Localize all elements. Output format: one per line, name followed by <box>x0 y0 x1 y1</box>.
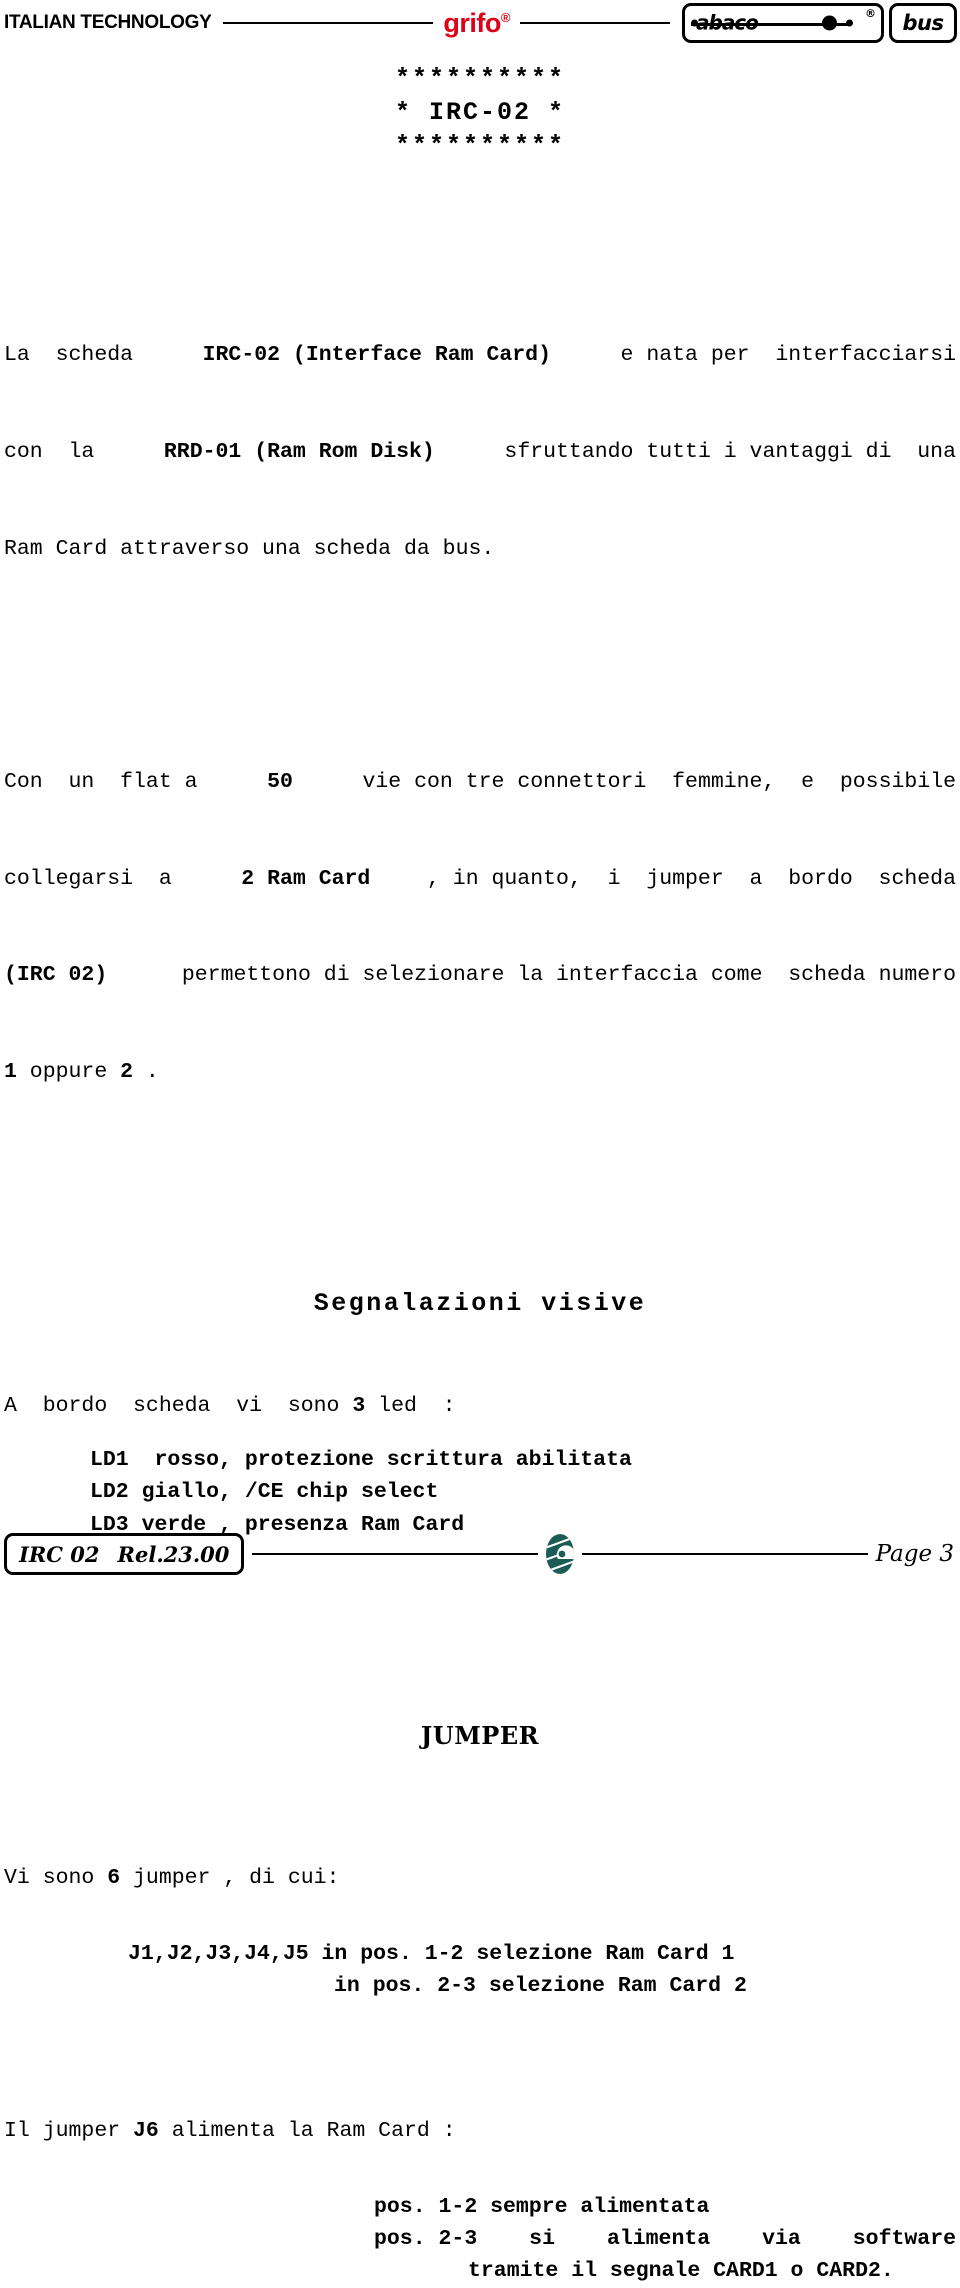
abaco-dot-end-icon <box>846 19 853 27</box>
para2-line-4-d: . <box>133 1060 159 1084</box>
footer-doc-badge: IRC 02 Rel.23.00 <box>4 1533 245 1575</box>
grifo-logo: grifo® <box>443 8 510 39</box>
j6-intro-a: Il jumper <box>4 2118 134 2143</box>
intro-line-3-text: Ram Card attraverso una scheda da bus. <box>4 536 495 561</box>
intro-line-2-c: sfruttando tutti i vantaggi di una <box>491 439 956 464</box>
para2-line-4-c: 2 <box>120 1060 134 1084</box>
jumper-j6-line-2: pos. 2-3 si alimenta via software <box>0 2223 960 2255</box>
intro-line-1-c: e nata per interfacciarsi <box>607 343 956 367</box>
document-content: ********** * IRC-02 * ********** La sche… <box>0 46 960 2288</box>
section-heading-segnalazioni: Segnalazioni visive <box>313 1288 647 1318</box>
jumper-intro-line: Vi sono 6 jumper , di cui: <box>0 1862 960 1894</box>
abaco-registered-icon: ® <box>865 7 876 20</box>
jumper-j6-intro: Il jumper J6 alimenta la Ram Card : <box>0 2115 960 2147</box>
jumper-count: 6 <box>107 1865 121 1890</box>
intro-line-1-bold: IRC-02 (Interface Ram Card) <box>202 343 551 367</box>
intro-paragraph: La scheda IRC-02 (Interface Ram Card) e … <box>0 275 960 630</box>
italian-technology-label: ITALIAN TECHNOLOGY <box>4 12 212 33</box>
led-count: 3 <box>352 1393 366 1418</box>
jumper-j6-line-1: pos. 1-2 sempre alimentata <box>374 2194 710 2219</box>
led-intro-a: A bordo scheda vi sono <box>4 1393 353 1418</box>
jumper-intro-a: Vi sono <box>4 1865 108 1890</box>
para2-line-4-a: 1 <box>4 1060 17 1084</box>
para2-line-3: (IRC 02) permettono di selezionare la in… <box>4 959 956 991</box>
footer-page-number: Page 3 <box>875 1541 954 1567</box>
jumper-j6-line-3: tramite il segnale CARD1 o CARD2. <box>468 2259 894 2284</box>
para2-line-2-bold: 2 Ram Card <box>241 866 371 891</box>
list-item: LD1 rosso, protezione scrittura abilitat… <box>90 1448 632 1472</box>
intro-line-1-a: La scheda <box>4 343 146 367</box>
header-divider-left <box>223 22 434 24</box>
para2-line-1-bold: 50 <box>267 769 293 794</box>
grifo-wordmark: grifo <box>443 7 501 38</box>
para2-line-4: 1 oppure 2 . <box>4 1056 956 1088</box>
jumper-j15-line-1: J1,J2,J3,J4,J5 in pos. 1-2 selezione Ram… <box>128 1942 735 1966</box>
section-heading-jumper: JUMPER <box>420 1720 540 1750</box>
led-intro-c: led : <box>365 1393 456 1418</box>
flat-cable-paragraph: Con un flat a 50 vie con tre connettori … <box>0 701 960 1153</box>
page-header: ITALIAN TECHNOLOGY grifo® abaco ® bus <box>0 0 960 46</box>
footer-revision: Rel.23.00 <box>117 1541 230 1567</box>
para2-line-1: Con un flat a 50 vie con tre connettori … <box>4 766 956 798</box>
footer-divider-left <box>252 1553 538 1555</box>
list-item: LD2 giallo, /CE chip select <box>90 1480 439 1505</box>
title-text: * IRC-02 * <box>394 97 566 127</box>
j6-label: J6 <box>133 2118 159 2143</box>
page-footer: IRC 02 Rel.23.00 Page 3 <box>0 1528 960 1580</box>
abaco-wordmark: abaco <box>696 10 759 35</box>
footer-divider-right <box>581 1553 868 1555</box>
jumper-intro-c: jumper , di cui: <box>120 1865 340 1890</box>
led-list: LD1 rosso, protezione scrittura abilitat… <box>0 1444 960 1541</box>
grifo-disc-logo-icon <box>545 1534 574 1574</box>
para2-line-2-c: , in quanto, i jumper a bordo scheda <box>426 866 956 891</box>
registered-trademark-icon: ® <box>500 9 511 25</box>
intro-line-2-bold: RRD-01 (Ram Rom Disk) <box>163 439 435 464</box>
intro-line-1: La scheda IRC-02 (Interface Ram Card) e … <box>4 339 956 371</box>
page-title: ********** * IRC-02 * ********** <box>0 62 960 163</box>
intro-line-2: con la RRD-01 (Ram Rom Disk) sfruttando … <box>4 436 956 468</box>
jumper-j6-block: pos. 1-2 sempre alimentata pos. 2-3 si a… <box>0 2191 960 2288</box>
para2-line-2-a: collegarsi a <box>4 866 185 891</box>
para2-line-1-a: Con un flat a <box>4 769 211 794</box>
para2-line-3-b: permettono di selezionare la interfaccia… <box>168 963 956 988</box>
title-asterisks-top: ********** <box>394 64 566 93</box>
j6-line2-via: via <box>762 2227 801 2251</box>
abaco-node-icon <box>822 15 837 31</box>
title-asterisks-bottom: ********** <box>394 131 566 160</box>
led-intro-line: A bordo scheda vi sono 3 led : <box>0 1390 960 1422</box>
para2-line-1-c: vie con tre connettori femmine, e possib… <box>349 769 956 794</box>
jumper-j15-block: J1,J2,J3,J4,J5 in pos. 1-2 selezione Ram… <box>0 1938 960 2003</box>
jumper-j15-line-2: in pos. 2-3 selezione Ram Card 2 <box>334 1974 747 1999</box>
intro-line-3: Ram Card attraverso una scheda da bus. <box>4 533 956 565</box>
para2-line-2: collegarsi a 2 Ram Card , in quanto, i ju… <box>4 863 956 895</box>
bus-logo: bus <box>889 3 957 43</box>
para2-line-4-b: oppure <box>16 1060 121 1084</box>
intro-line-2-a: con la <box>4 439 108 464</box>
header-divider-right <box>520 22 670 24</box>
j6-line2-si: si <box>529 2227 555 2251</box>
j6-line2-software: software <box>852 2227 956 2251</box>
footer-doc-code: IRC 02 <box>19 1541 100 1567</box>
j6-line2-alimenta: alimenta <box>606 2227 711 2251</box>
bus-wordmark: bus <box>902 11 944 35</box>
j6-line2-pos: pos. 2-3 <box>374 2227 478 2251</box>
para2-line-3-bold: (IRC 02) <box>4 963 108 988</box>
j6-intro-c: alimenta la Ram Card : <box>158 2118 456 2143</box>
abaco-logo: abaco ® <box>682 3 884 43</box>
